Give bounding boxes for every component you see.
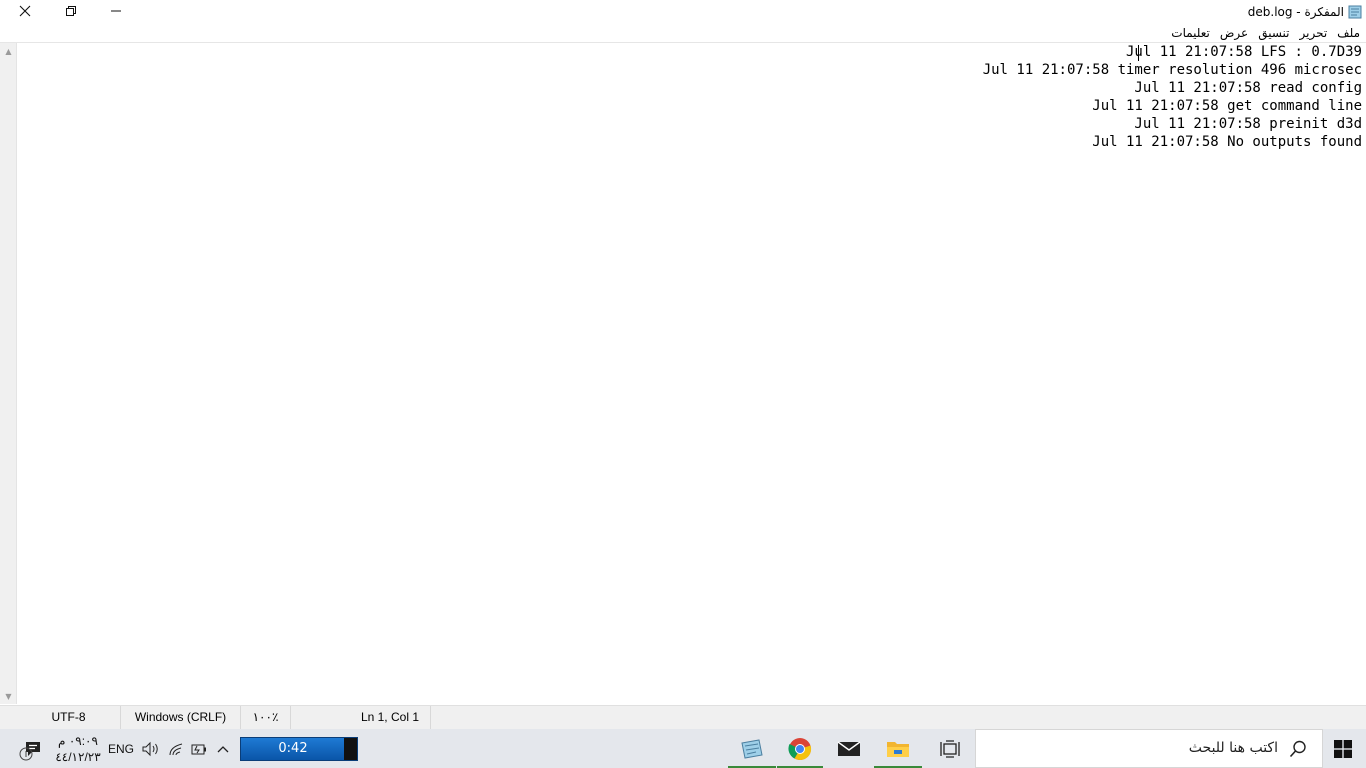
menu-file[interactable]: ملف <box>1333 24 1366 42</box>
clock-time: ٠٩:٠٩ م <box>58 733 98 748</box>
battery-icon <box>191 744 206 754</box>
restore-icon <box>66 6 76 16</box>
restore-button[interactable] <box>48 0 94 22</box>
text-line: Jul 11 21:07:58 get command line <box>1092 98 1362 114</box>
task-view-button[interactable] <box>926 729 974 768</box>
text-line: Jul 11 21:07:58 read config <box>1134 80 1362 96</box>
text-caret <box>1138 45 1139 61</box>
badge-icon <box>14 743 38 765</box>
show-hidden-icons-button[interactable] <box>212 729 234 768</box>
text-line: Jul 11 21:07:58 preinit d3d <box>1134 116 1362 132</box>
volume-button[interactable] <box>140 729 162 768</box>
status-cursor-position: Ln 1, Col 1 <box>291 706 431 729</box>
status-line-ending: Windows (CRLF) <box>121 706 241 729</box>
language-indicator[interactable]: ENG <box>106 729 136 768</box>
title-bar: deb.log - المفكرة <box>0 0 1366 24</box>
taskbar-notepad[interactable] <box>728 729 776 768</box>
text-line: Jul 11 21:07:58 No outputs found <box>1092 134 1362 150</box>
status-zoom: ١٠٠٪ <box>241 706 291 729</box>
minimize-icon <box>111 10 121 12</box>
menu-view[interactable]: عرض <box>1216 24 1254 42</box>
close-icon <box>19 5 31 17</box>
start-button[interactable] <box>1320 729 1366 768</box>
network-button[interactable] <box>165 729 187 768</box>
text-line: Jul 11 21:07:58 timer resolution 496 mic… <box>982 62 1362 78</box>
close-button[interactable] <box>2 0 48 22</box>
window-title: deb.log - المفكرة <box>1247 5 1344 19</box>
timer-widget[interactable]: 0:42 <box>240 737 358 761</box>
timer-end-cap <box>344 738 357 760</box>
notepad-icon <box>1348 5 1362 19</box>
menu-help[interactable]: تعليمات <box>1167 24 1216 42</box>
chevron-up-icon <box>217 745 229 752</box>
task-view-icon <box>940 739 960 758</box>
scroll-down-icon[interactable]: ▼ <box>0 690 17 702</box>
text-line: Jul 11 21:07:58 LFS : 0.7D39 <box>1125 44 1362 60</box>
taskbar-mail[interactable] <box>825 729 873 768</box>
minimize-button[interactable] <box>93 0 139 22</box>
taskbar-search-box[interactable]: اكتب هنا للبحث <box>975 729 1323 768</box>
text-editor[interactable]: Jul 11 21:07:58 LFS : 0.7D39 Jul 11 21:0… <box>17 43 1366 704</box>
search-placeholder: اكتب هنا للبحث <box>1188 740 1278 756</box>
mail-icon <box>837 740 861 756</box>
file-explorer-icon <box>887 741 909 757</box>
menu-format[interactable]: تنسيق <box>1254 24 1295 42</box>
battery-button[interactable] <box>188 729 210 768</box>
scroll-up-icon[interactable]: ▲ <box>0 45 17 57</box>
taskbar-file-explorer[interactable] <box>874 729 922 768</box>
status-encoding: UTF-8 <box>17 706 121 729</box>
clock-date: ٤٤/١٢/٢٣ <box>55 749 101 764</box>
volume-icon <box>142 741 158 756</box>
notepad-icon <box>741 738 763 759</box>
system-clock[interactable]: ٠٩:٠٩ م ٤٤/١٢/٢٣ <box>52 729 104 768</box>
menu-bar: ملف تحرير تنسيق عرض تعليمات <box>1167 24 1366 42</box>
window-title-area: deb.log - المفكرة <box>1248 3 1362 21</box>
menu-edit[interactable]: تحرير <box>1296 24 1334 42</box>
network-icon <box>169 743 183 755</box>
taskbar-chrome[interactable] <box>777 729 823 768</box>
chrome-icon <box>788 737 812 760</box>
status-bar: UTF-8 Windows (CRLF) ١٠٠٪ Ln 1, Col 1 <box>0 705 1366 729</box>
timer-value: 0:42 <box>278 741 308 756</box>
windows-start-icon <box>1334 739 1352 758</box>
search-icon <box>1289 740 1306 758</box>
vertical-scrollbar[interactable]: ▲ ▼ <box>0 43 17 704</box>
